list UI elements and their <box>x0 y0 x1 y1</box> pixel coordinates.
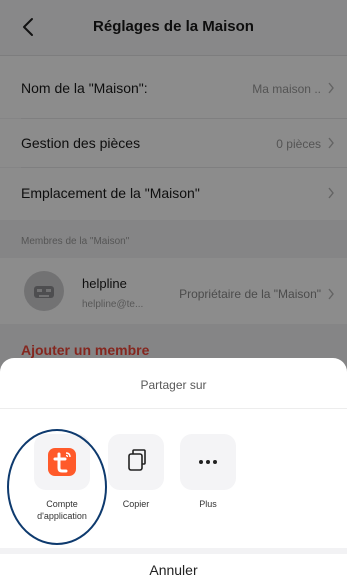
more-icon <box>199 460 217 464</box>
highlight-ring-annotation <box>7 429 107 545</box>
share-sheet-title: Partager sur <box>140 378 207 392</box>
cancel-button[interactable]: Annuler <box>0 562 347 578</box>
share-option-tile <box>108 434 164 490</box>
share-option-more[interactable]: Plus <box>180 434 236 509</box>
divider <box>0 548 347 554</box>
share-option-copy[interactable]: Copier <box>108 434 164 509</box>
share-option-label: Copier <box>122 499 150 509</box>
divider <box>0 408 347 409</box>
share-option-label: Plus <box>199 499 217 509</box>
share-option-tile <box>180 434 236 490</box>
copy-icon <box>128 449 146 471</box>
